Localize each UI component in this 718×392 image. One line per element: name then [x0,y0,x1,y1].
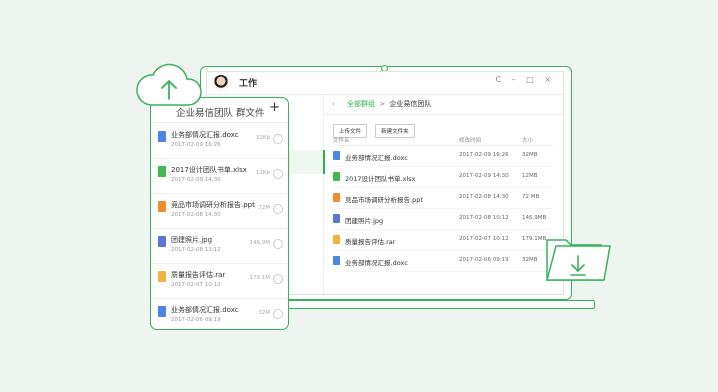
file-name[interactable]: 质量报告评估.rar [171,270,225,280]
rar-file-icon [333,235,340,244]
list-item[interactable]: 2017设计团队书单.xlsx 2017-02-09 14:30 12Kb [151,159,288,194]
file-name[interactable]: 业务部情况汇报.doxc [171,305,239,315]
title-bar: 工作 C – □ × [207,72,563,95]
file-size: 32M [258,310,270,316]
file-name[interactable]: 团建照片.jpg [171,235,212,245]
table-row[interactable]: 竞品市场调研分析报告.ppt 2017-02-08 14:30 72 MB [333,188,553,209]
file-date: 2017-02-09 16:26 [171,142,221,148]
download-icon[interactable] [273,134,283,144]
file-size: 72M [258,205,270,211]
list-item[interactable]: 竞品市场调研分析报告.ppt 2017-02-08 14:30 72M [151,194,288,229]
table-row[interactable]: 质量报告评估.rar 2017-02-07 10:12 179.1MB [333,230,553,251]
download-icon[interactable] [273,309,283,319]
doc-file-icon [333,151,340,160]
download-icon[interactable] [273,239,283,249]
toolbar-buttons: 上传文件 新建文件夹 [333,118,418,138]
cloud-upload-icon [136,63,202,106]
download-icon[interactable] [273,274,283,284]
column-name[interactable]: 文件名 [333,136,350,144]
file-size: 179.1M [249,275,271,281]
file-name[interactable]: 2017设计团队书单.xlsx [345,173,416,183]
doc-file-icon [333,256,340,265]
file-name[interactable]: 业务部情况汇报.doxc [345,257,408,267]
file-date: 2017-02-09 14:30 [171,177,221,183]
mobile-file-list: 业务部情况汇报.doxc 2017-02-09 16:26 32Kb 2017设计团队… [151,124,288,329]
file-name[interactable]: 质量报告评估.rar [345,236,395,246]
doc-file-icon [158,131,166,142]
file-name[interactable]: 业务部情况汇报.doxc [171,130,239,140]
xls-file-icon [158,166,166,177]
list-item[interactable]: 业务部情况汇报.doxc 2017-02-06 09:19 32M [151,299,288,329]
table-row[interactable]: 团建照片.jpg 2017-02-08 10:12 146.9MB [333,209,553,230]
download-icon[interactable] [273,169,283,179]
file-name[interactable]: 竞品市场调研分析报告.ppt [345,194,423,204]
file-size: 179.1MB [522,236,547,242]
file-size: 72 MB [522,194,540,200]
file-date: 2017-02-09 16:26 [459,152,509,158]
file-size: 32Kb [255,135,270,141]
add-icon[interactable]: + [269,100,280,115]
window-controls[interactable]: C – □ × [496,75,555,84]
file-size: 12MB [522,173,538,179]
download-icon[interactable] [273,204,283,214]
avatar[interactable] [213,75,229,91]
list-item[interactable]: 质量报告评估.rar 2017-02-07 10:12 179.1M [151,264,288,299]
file-name[interactable]: 业务部情况汇报.doxc [345,152,408,162]
file-date: 2017-02-08 14:30 [459,194,509,200]
column-date[interactable]: 修改时间 [459,136,481,144]
window-title: 工作 [239,79,258,89]
breadcrumb: ‹ 全部群组 > 企业易信团队 [324,94,563,115]
rar-file-icon [158,271,166,282]
file-name[interactable]: 竞品市场调研分析报告.ppt [171,200,255,210]
table-header: 文件名 修改时间 大小 [333,136,553,146]
ppt-file-icon [158,201,166,212]
table-row[interactable]: 2017设计团队书单.xlsx 2017-02-09 14:30 12MB [333,167,553,188]
file-date: 2017-02-08 14:30 [171,212,221,218]
mobile-file-panel: 企业易信团队 群文件 + 业务部情况汇报.doxc 2017-02-09 16:2… [150,97,289,330]
file-date: 2017-02-06 09:19 [459,257,509,263]
file-size: 12Kb [255,170,270,176]
breadcrumb-separator: > [379,100,386,108]
doc-file-icon [158,306,166,317]
file-table: 业务部情况汇报.doxc 2017-02-09 16:26 32MB 2017设计团队… [333,146,553,272]
ppt-file-icon [333,193,340,202]
back-icon[interactable]: ‹ [332,100,335,108]
img-file-icon [333,214,340,223]
breadcrumb-current: 企业易信团队 [389,100,432,108]
file-date: 2017-02-08 10:12 [459,215,509,221]
file-name[interactable]: 2017设计团队书单.xlsx [171,165,247,175]
file-size: 146.9MB [522,215,547,221]
column-size[interactable]: 大小 [522,136,533,144]
file-date: 2017-02-07 10:12 [459,236,509,242]
table-row[interactable]: 业务部情况汇报.doxc 2017-02-06 09:19 32MB [333,251,553,272]
file-size: 32MB [522,257,538,263]
xls-file-icon [333,172,340,181]
file-date: 2017-02-07 10:12 [171,282,221,288]
breadcrumb-root[interactable]: 全部群组 [347,100,375,108]
file-size: 32MB [522,152,538,158]
table-row[interactable]: 业务部情况汇报.doxc 2017-02-09 16:26 32MB [333,146,553,167]
img-file-icon [158,236,166,247]
file-date: 2017-02-08 13:12 [171,247,221,253]
list-item[interactable]: 业务部情况汇报.doxc 2017-02-09 16:26 32Kb [151,124,288,159]
file-date: 2017-02-06 09:19 [171,317,221,323]
list-item[interactable]: 团建照片.jpg 2017-02-08 13:12 146.9M [151,229,288,264]
file-size: 146.9M [249,240,271,246]
file-date: 2017-02-09 14:30 [459,173,509,179]
file-name[interactable]: 团建照片.jpg [345,215,383,225]
folder-download-icon [546,239,611,281]
